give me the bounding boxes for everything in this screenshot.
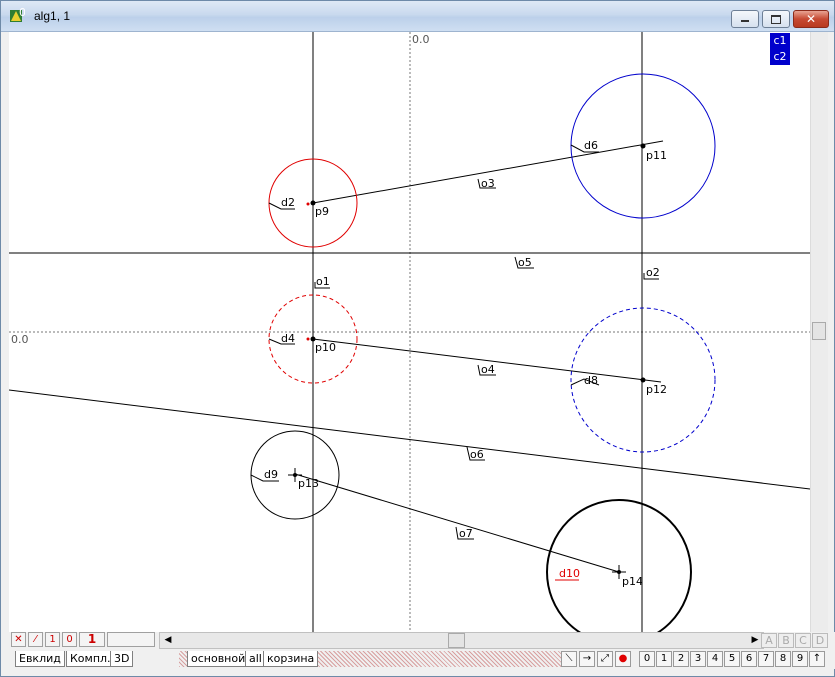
arrow-right-button[interactable]: →: [579, 651, 595, 667]
layer-c2[interactable]: c2: [770, 49, 790, 65]
digit-9-button[interactable]: 9: [792, 651, 808, 667]
app-logo-icon: 0: [10, 8, 25, 22]
tab-complex[interactable]: Компл.: [66, 651, 115, 667]
digit-8-button[interactable]: 8: [775, 651, 791, 667]
tab-toolbar: Евклид Компл. 3D основной all корзина ⟍ …: [9, 649, 835, 669]
maximize-icon: [771, 15, 781, 24]
current-number-field[interactable]: 1: [79, 632, 105, 647]
label-o7: o7: [459, 527, 473, 540]
origin-x-label: 0.0: [412, 33, 430, 46]
arrow-right-icon: →: [582, 653, 592, 664]
label-o2: o2: [646, 266, 660, 279]
label-d8: d8: [584, 374, 598, 387]
label-d6: d6: [584, 139, 598, 152]
slash-button[interactable]: ⁄: [28, 632, 43, 647]
geometry-drawing[interactable]: 0.0 0.0 o1 o2 o3 o4 o5 o6 o7 d2 d4 d6 d8…: [9, 32, 810, 632]
one-button[interactable]: 1: [45, 632, 60, 647]
digit-0-button[interactable]: 0: [639, 651, 655, 667]
horizontal-scroll-thumb[interactable]: [448, 633, 465, 648]
vertical-scroll-thumb[interactable]: [812, 322, 826, 340]
label-p14: p14: [622, 575, 643, 588]
up-arrow-button[interactable]: ↑: [809, 651, 825, 667]
label-o4: o4: [481, 363, 495, 376]
status-toolbar: ✕ ⁄ 1 0 1 ◀ ▶ A B C D: [9, 632, 835, 649]
title-bar[interactable]: 0 alg1, 1 ✕: [1, 1, 834, 32]
point-p12[interactable]: [640, 377, 646, 383]
diagonal-arrow-button[interactable]: ⤢: [597, 651, 613, 667]
tab-trash[interactable]: корзина: [263, 651, 319, 667]
button-b[interactable]: B: [778, 633, 794, 648]
layer-c1[interactable]: c1: [770, 33, 790, 49]
digit-6-button[interactable]: 6: [741, 651, 757, 667]
digit-7-button[interactable]: 7: [758, 651, 774, 667]
point-p10-marker: [306, 337, 310, 341]
record-dot-icon: ●: [618, 653, 628, 664]
button-d[interactable]: D: [812, 633, 828, 648]
scroll-right-icon[interactable]: ▶: [748, 634, 762, 647]
svg-text:0: 0: [19, 8, 25, 19]
label-o1: o1: [316, 275, 330, 288]
minimize-button[interactable]: [731, 10, 759, 28]
label-p12: p12: [646, 383, 667, 396]
delete-button[interactable]: ✕: [11, 632, 26, 647]
point-p11[interactable]: [640, 143, 646, 149]
line-tool-icon: ⟍: [565, 653, 573, 664]
label-o6: o6: [470, 448, 484, 461]
label-p10: p10: [315, 341, 336, 354]
button-c[interactable]: C: [795, 633, 811, 648]
digit-2-button[interactable]: 2: [673, 651, 689, 667]
label-p9: p9: [315, 205, 329, 218]
origin-y-label: 0.0: [11, 333, 29, 346]
slash-icon: ⁄: [34, 634, 37, 645]
digit-3-button[interactable]: 3: [690, 651, 706, 667]
record-button[interactable]: ●: [615, 651, 631, 667]
tab-3d[interactable]: 3D: [110, 651, 134, 667]
line-tool-button[interactable]: ⟍: [561, 651, 577, 667]
segment-o7[interactable]: [294, 473, 620, 573]
app-window: 0 alg1, 1 ✕ 0.0 0.0 o1 o2 o3 o4 o5 o6 o7…: [0, 0, 835, 677]
diagonal-arrow-icon: ⤢: [601, 653, 609, 664]
vertical-scrollbar[interactable]: [810, 32, 828, 632]
point-p9-marker: [306, 202, 310, 206]
maximize-button[interactable]: [762, 10, 790, 28]
label-d4: d4: [281, 332, 295, 345]
blank-field[interactable]: [107, 632, 155, 647]
up-arrow-icon: ↑: [812, 653, 822, 664]
tab-euclid[interactable]: Евклид: [15, 651, 65, 667]
horizontal-scrollbar[interactable]: ◀ ▶: [159, 632, 764, 649]
label-d9: d9: [264, 468, 278, 481]
scroll-left-icon[interactable]: ◀: [161, 634, 175, 647]
label-o3: o3: [481, 177, 495, 190]
close-icon: ✕: [805, 12, 817, 26]
digit-1-button[interactable]: 1: [656, 651, 672, 667]
label-p13: p13: [298, 477, 319, 490]
tab-main[interactable]: основной: [187, 651, 250, 667]
zero-button[interactable]: 0: [62, 632, 77, 647]
digit-4-button[interactable]: 4: [707, 651, 723, 667]
label-d2: d2: [281, 196, 295, 209]
label-p11: p11: [646, 149, 667, 162]
button-a[interactable]: A: [761, 633, 777, 648]
window-title: alg1, 1: [34, 9, 71, 23]
minimize-icon: [741, 20, 749, 22]
drawing-canvas[interactable]: 0.0 0.0 o1 o2 o3 o4 o5 o6 o7 d2 d4 d6 d8…: [9, 32, 810, 632]
digit-5-button[interactable]: 5: [724, 651, 740, 667]
label-o5: o5: [518, 256, 532, 269]
segment-o3[interactable]: [312, 140, 664, 204]
close-button[interactable]: ✕: [793, 10, 829, 28]
label-d10: d10: [559, 567, 580, 580]
cross-icon: ✕: [14, 634, 23, 645]
layer-list[interactable]: c1 c2: [770, 33, 790, 65]
